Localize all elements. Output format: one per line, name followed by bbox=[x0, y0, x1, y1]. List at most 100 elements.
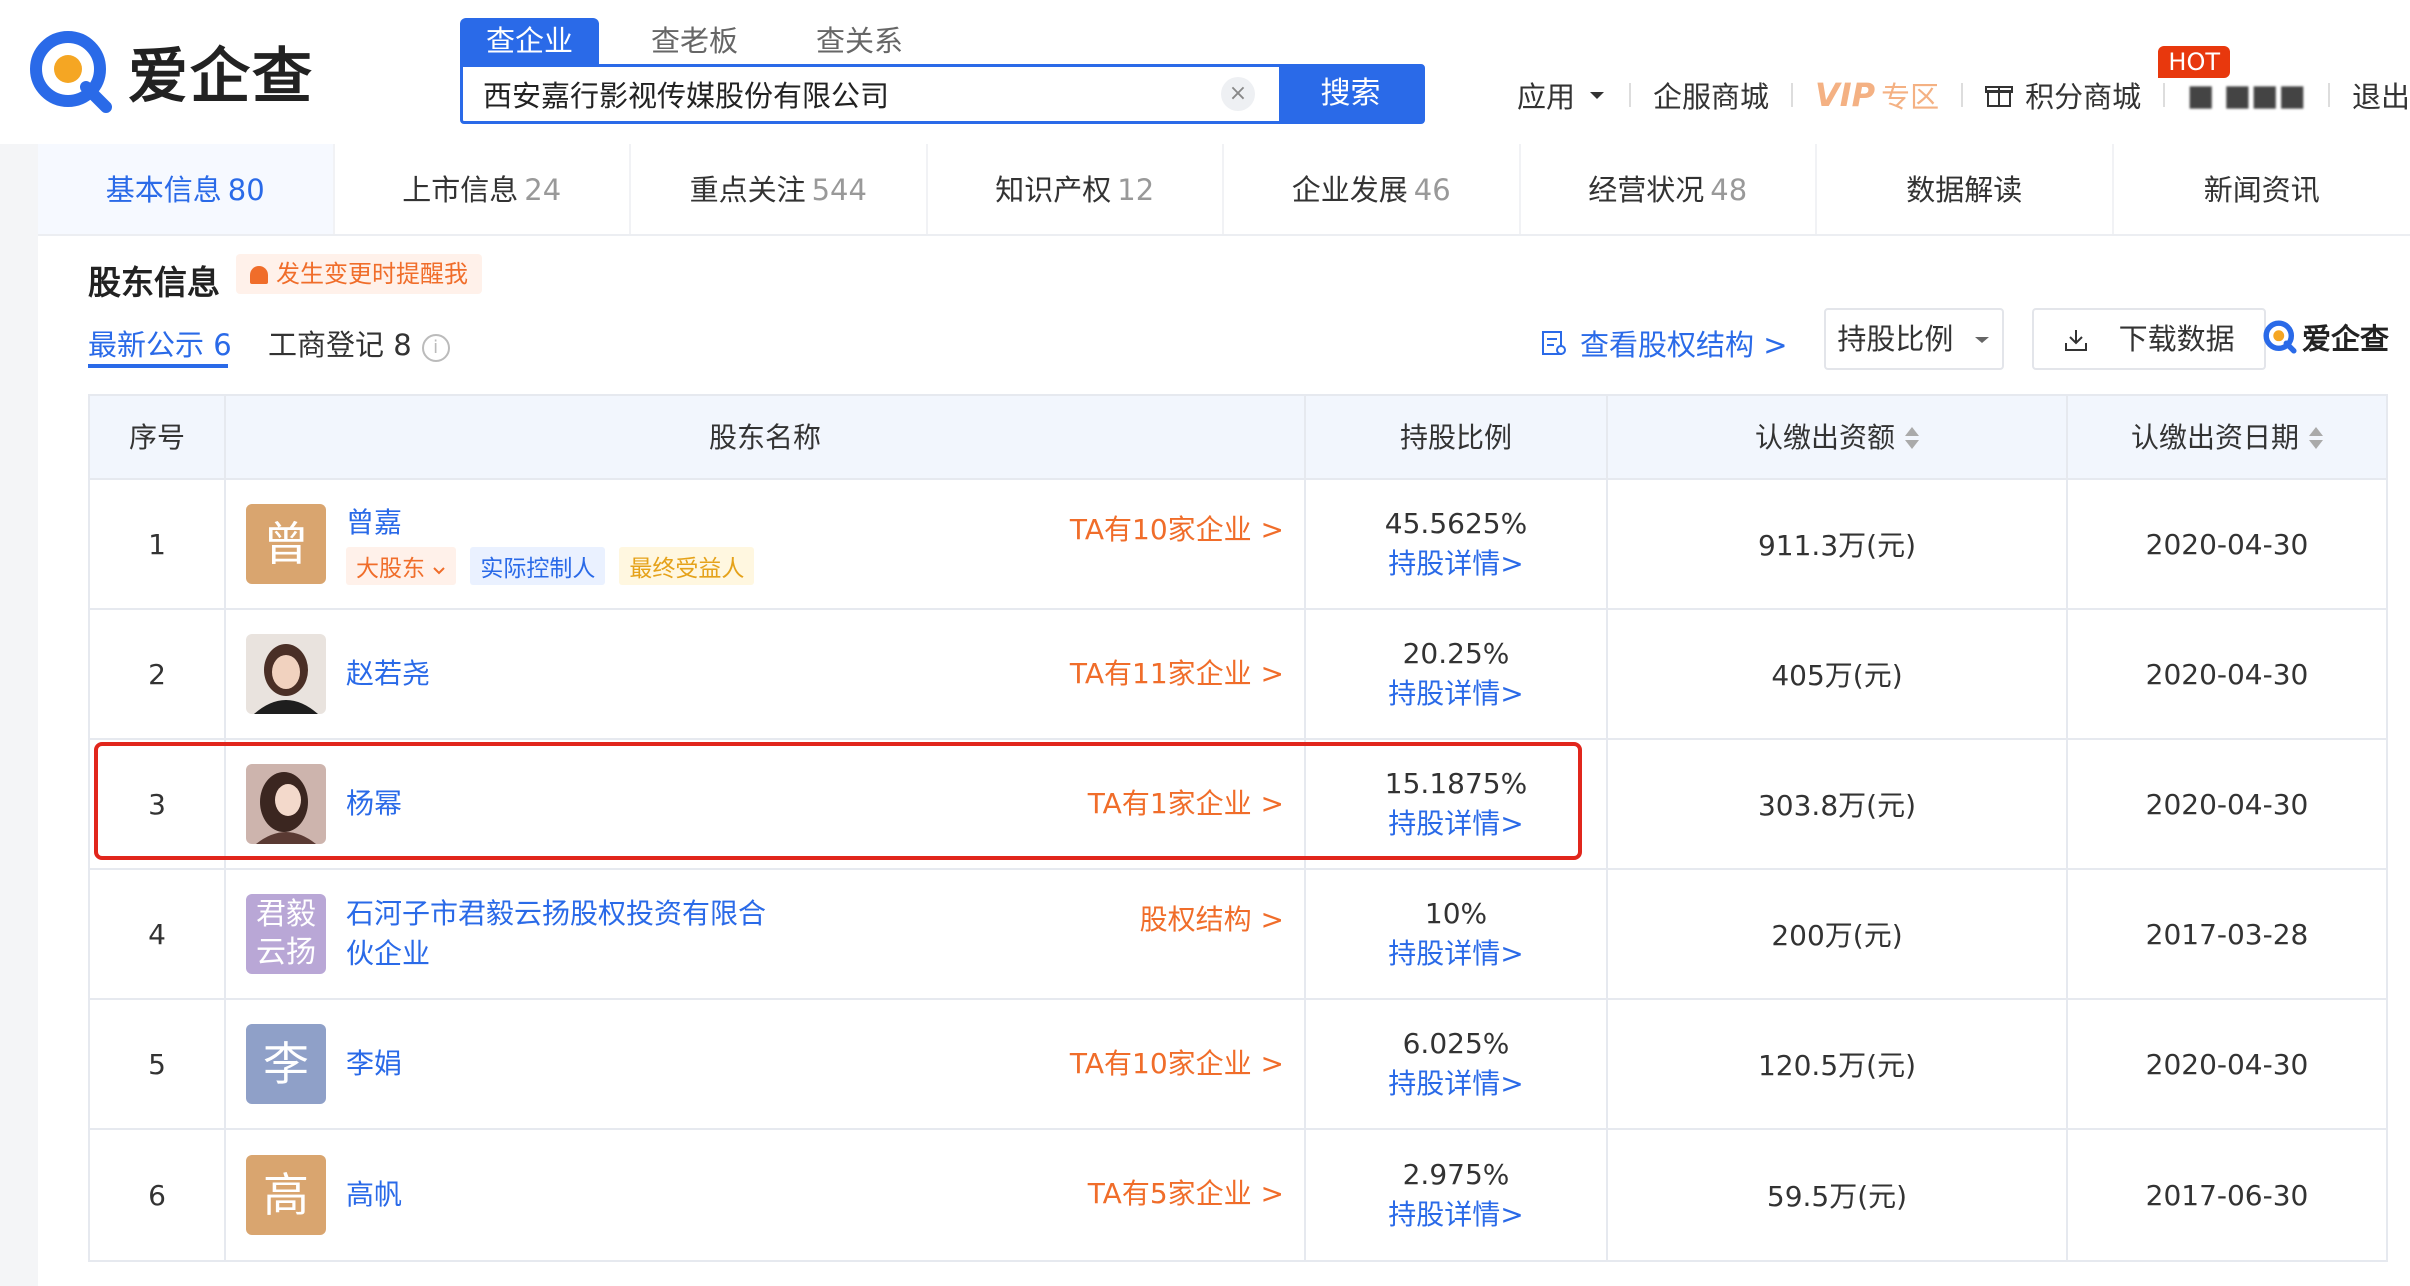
shareholder-name[interactable]: 高帆 bbox=[346, 1175, 402, 1215]
date-cell: 2020-04-30 bbox=[2145, 657, 2309, 691]
vip-label: VIP bbox=[1815, 76, 1876, 114]
holding-detail-link[interactable]: 持股详情> bbox=[1388, 1064, 1523, 1104]
equity-structure-link[interactable]: 股权结构 > bbox=[1140, 898, 1284, 938]
change-remind-button[interactable]: 发生变更时提醒我 bbox=[236, 254, 482, 294]
tab-label: 企业发展 bbox=[1291, 173, 1408, 207]
ratio-cell: 6.025% 持股详情> bbox=[1306, 1000, 1608, 1128]
date-cell: 2020-04-30 bbox=[2145, 787, 2309, 821]
download-label: 下载数据 bbox=[2118, 322, 2235, 356]
ratio-value: 10% bbox=[1424, 897, 1488, 930]
amount-cell: 303.8万(元) bbox=[1608, 740, 2068, 868]
company-count-link[interactable]: TA有5家企业 > bbox=[1088, 1130, 1284, 1258]
holding-detail-link[interactable]: 持股详情> bbox=[1388, 934, 1523, 974]
tab-label: 新闻资讯 bbox=[2203, 173, 2320, 207]
tab-operations[interactable]: 经营状况 48 bbox=[1521, 144, 1817, 234]
header-amount[interactable]: 认缴出资额 bbox=[1608, 396, 2068, 478]
subtab-registry[interactable]: 工商登记 8 i bbox=[268, 322, 450, 364]
logo-q-icon bbox=[28, 29, 114, 115]
search-button[interactable]: 搜索 bbox=[1279, 67, 1422, 121]
subtab-latest[interactable]: 最新公示 6 bbox=[88, 322, 232, 364]
download-data-button[interactable]: 下载数据 bbox=[2032, 308, 2266, 370]
mall-link[interactable]: 企服商城 bbox=[1653, 74, 1769, 116]
search-input[interactable] bbox=[463, 67, 1221, 121]
ratio-value: 2.975% bbox=[1402, 1158, 1510, 1191]
highlight-box bbox=[94, 742, 1582, 860]
tab-label: 数据解读 bbox=[1906, 173, 2023, 207]
brand-name: 爱企查 bbox=[128, 42, 314, 112]
apps-menu[interactable]: 应用 bbox=[1517, 74, 1607, 116]
shareholder-name[interactable]: 赵若尧 bbox=[346, 654, 430, 694]
tab-data-analysis[interactable]: 数据解读 bbox=[1817, 144, 2114, 234]
download-icon bbox=[2065, 330, 2088, 351]
holding-detail-link[interactable]: 持股详情> bbox=[1388, 544, 1523, 584]
ratio-value: 45.5625% bbox=[1384, 507, 1528, 540]
equity-link-label: 查看股权结构 > bbox=[1580, 328, 1788, 362]
header-date[interactable]: 认缴出资日期 bbox=[2068, 396, 2386, 478]
name-block: 赵若尧 bbox=[346, 654, 430, 694]
tab-search-boss[interactable]: 查老板 bbox=[625, 18, 764, 64]
caret-down-icon bbox=[1974, 337, 1989, 343]
shareholder-name-line2: 伙企业 bbox=[346, 937, 431, 970]
company-count-link[interactable]: TA有10家企业 > bbox=[1070, 1000, 1284, 1128]
logo-q-icon bbox=[2263, 320, 2297, 354]
header-index: 序号 bbox=[90, 396, 226, 478]
avatar-line: 云扬 bbox=[256, 935, 316, 970]
company-count-link[interactable]: TA有10家企业 > bbox=[1070, 508, 1284, 548]
points-mall-link[interactable]: 积分商城 bbox=[1985, 74, 2141, 116]
info-icon[interactable]: i bbox=[421, 334, 450, 362]
user-name[interactable]: ■ ■■■ bbox=[2187, 78, 2306, 112]
shareholder-name[interactable]: 曾嘉 bbox=[346, 503, 768, 543]
tab-search-company[interactable]: 查企业 bbox=[460, 18, 600, 64]
top-nav: 应用 企服商城 VIP 专区 积分商城 ■ ■■■ 退出 bbox=[1517, 74, 2410, 116]
sort-icon[interactable] bbox=[1905, 427, 1919, 449]
tab-development[interactable]: 企业发展 46 bbox=[1224, 144, 1521, 234]
shareholder-cell: 高 高帆 TA有5家企业 > bbox=[226, 1130, 1306, 1260]
row-index: 4 bbox=[90, 870, 226, 998]
sort-icon[interactable] bbox=[2309, 427, 2323, 449]
tag-list: 大股东 实际控制人 最终受益人 bbox=[346, 547, 768, 585]
avatar-line: 君毅 bbox=[256, 897, 316, 932]
header-name: 股东名称 bbox=[226, 396, 1306, 478]
detail-tabs: 基本信息 80 上市信息 24 重点关注 544 知识产权 12 企业发展 46 经营状况… bbox=[38, 144, 2410, 236]
tag-major-shareholder[interactable]: 大股东 bbox=[346, 547, 457, 585]
row-index: 6 bbox=[90, 1130, 226, 1260]
table-header: 序号 股东名称 持股比例 认缴出资额 认缴出资日期 bbox=[90, 396, 2386, 480]
shareholder-name-line1: 石河子市君毅云扬股权投资有限合 bbox=[346, 897, 767, 930]
tab-count: 46 bbox=[1413, 173, 1451, 207]
ratio-value: 20.25% bbox=[1402, 637, 1510, 670]
amount-cell: 120.5万(元) bbox=[1608, 1000, 2068, 1128]
chevron-down-icon bbox=[433, 567, 446, 575]
tab-listing-info[interactable]: 上市信息 24 bbox=[335, 144, 631, 234]
date-cell: 2020-04-30 bbox=[2145, 527, 2309, 561]
clear-icon[interactable]: × bbox=[1221, 77, 1255, 111]
tab-search-relation[interactable]: 查关系 bbox=[790, 18, 929, 64]
vip-zone-link[interactable]: VIP 专区 bbox=[1815, 74, 1939, 116]
tab-news[interactable]: 新闻资讯 bbox=[2114, 144, 2410, 234]
tab-ip[interactable]: 知识产权 12 bbox=[928, 144, 1224, 234]
logout-link[interactable]: 退出 bbox=[2352, 74, 2410, 116]
vip-zone-label: 专区 bbox=[1881, 80, 1940, 114]
tab-key-focus[interactable]: 重点关注 544 bbox=[631, 144, 928, 234]
tab-basic-info[interactable]: 基本信息 80 bbox=[38, 144, 335, 234]
tab-label: 上市信息 bbox=[402, 173, 519, 207]
tab-label: 基本信息 bbox=[105, 173, 222, 207]
brand-logo[interactable]: 爱企查 bbox=[28, 28, 314, 115]
tag-label: 大股东 bbox=[356, 556, 425, 582]
holding-detail-link[interactable]: 持股详情> bbox=[1388, 674, 1523, 714]
search-box: × 搜索 bbox=[460, 64, 1425, 124]
company-count-link[interactable]: TA有11家企业 > bbox=[1070, 610, 1284, 738]
name-block[interactable]: 石河子市君毅云扬股权投资有限合 伙企业 bbox=[346, 894, 766, 974]
table-row: 5 李 李娟 TA有10家企业 > 6.025% 持股详情> 120.5万(元) … bbox=[90, 1000, 2386, 1130]
points-mall-label: 积分商城 bbox=[2025, 80, 2142, 114]
avatar: 君毅 云扬 bbox=[246, 894, 326, 974]
date-cell: 2017-03-28 bbox=[2145, 917, 2309, 951]
amount-cell: 59.5万(元) bbox=[1608, 1130, 2068, 1260]
tab-count: 48 bbox=[1710, 173, 1748, 207]
view-equity-structure-link[interactable]: 查看股权结构 > bbox=[1540, 322, 1788, 364]
structure-icon bbox=[1542, 331, 1566, 355]
tab-label: 经营状况 bbox=[1588, 173, 1705, 207]
shareholder-name[interactable]: 李娟 bbox=[346, 1044, 402, 1084]
holding-detail-link[interactable]: 持股详情> bbox=[1388, 1195, 1523, 1235]
ratio-value: 6.025% bbox=[1402, 1027, 1510, 1060]
ratio-dropdown[interactable]: 持股比例 bbox=[1824, 308, 2004, 370]
